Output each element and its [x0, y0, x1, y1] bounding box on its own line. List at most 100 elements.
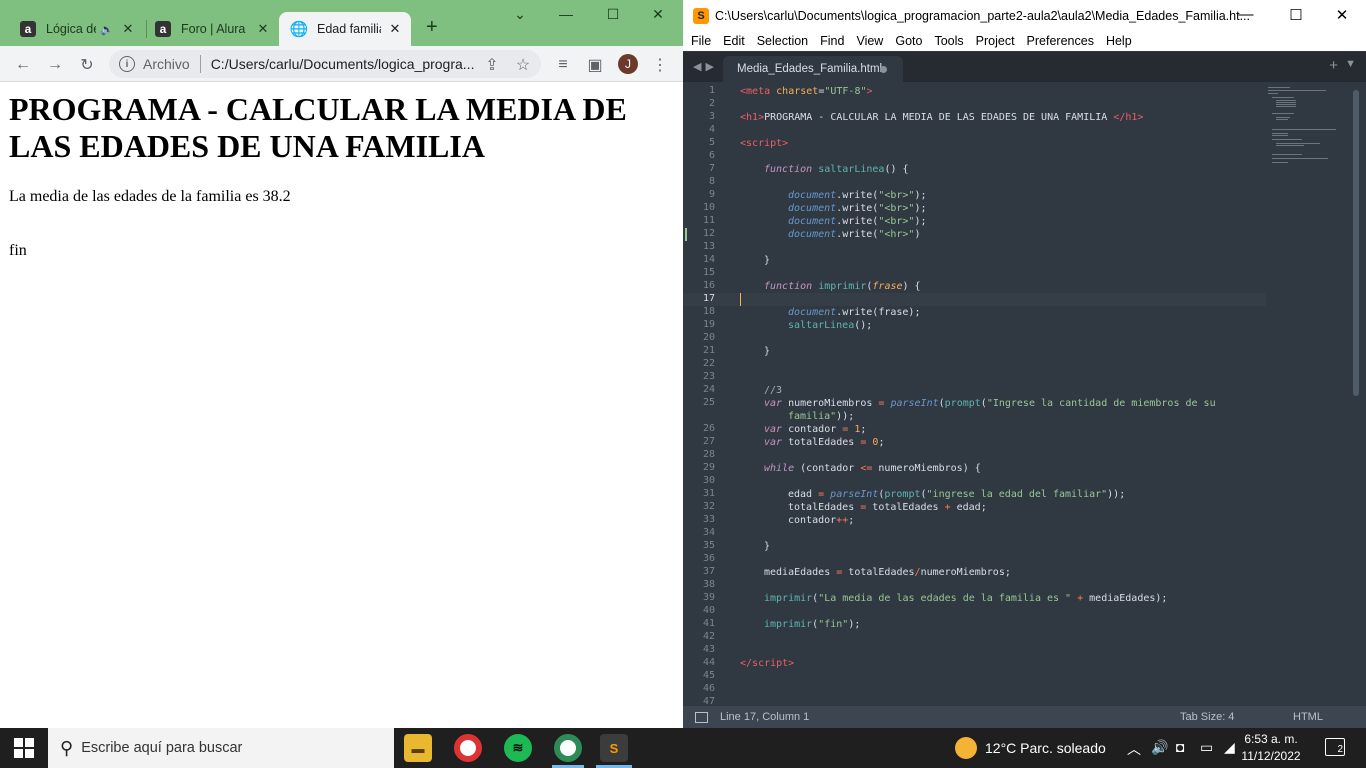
minimize-icon[interactable]: — — [1231, 6, 1261, 23]
new-tab-icon[interactable]: + — [1329, 57, 1338, 74]
file-explorer-icon[interactable]: ▬ — [404, 734, 432, 762]
close-tab-icon[interactable]: ✕ — [120, 21, 136, 37]
identifier: totalEdades — [782, 437, 861, 448]
menu-find[interactable]: Find — [820, 34, 844, 48]
editor-scrollbar[interactable] — [1353, 90, 1359, 396]
string: "<br>" — [878, 216, 915, 227]
string: "ingrese la edad del familiar" — [926, 489, 1108, 500]
status-bar: Line 17, Column 1 Tab Size: 4 HTML — [683, 706, 1366, 728]
weather-sun-icon — [955, 737, 977, 759]
profile-avatar[interactable]: J — [618, 54, 638, 74]
menu-project[interactable]: Project — [976, 34, 1015, 48]
sublime-titlebar: S C:\Users\carlu\Documents\logica_progra… — [683, 0, 1366, 31]
reload-icon[interactable]: ↻ — [76, 54, 98, 76]
globe-icon: 🌐 — [289, 21, 309, 38]
windows-start-icon[interactable] — [14, 738, 34, 758]
keyword: function — [764, 164, 813, 175]
menu-tools[interactable]: Tools — [934, 34, 963, 48]
menu-help[interactable]: Help — [1106, 34, 1132, 48]
wifi-icon[interactable]: ◢ — [1224, 739, 1235, 756]
tab-dropdown-icon[interactable]: ▼ — [1345, 58, 1356, 70]
line-number: 20 — [702, 332, 715, 343]
builtin: parseInt — [830, 489, 879, 500]
punct: )); — [836, 411, 855, 422]
info-icon[interactable]: i — [119, 56, 135, 72]
identifier: totalEdades — [842, 567, 915, 578]
address-bar[interactable]: i Archivo C:/Users/carlu/Documents/logic… — [109, 50, 541, 78]
forward-icon[interactable]: → — [44, 54, 66, 76]
media-control-icon[interactable]: ≡ — [552, 54, 574, 76]
speaker-icon[interactable]: 🔈 — [100, 23, 114, 36]
minimize-icon[interactable]: — — [551, 6, 581, 22]
punct: () { — [884, 164, 909, 175]
editor-tab[interactable]: Media_Edades_Familia.html — [723, 56, 903, 82]
builtin: parseInt — [890, 398, 939, 409]
bookmark-star-icon[interactable]: ☆ — [512, 54, 534, 76]
battery-icon[interactable]: ▭ — [1200, 739, 1213, 756]
minimap-line — [1272, 133, 1288, 134]
line-number: 2 — [708, 98, 715, 109]
method: .write( — [836, 190, 879, 201]
chrome-profile-icon[interactable] — [554, 734, 582, 762]
cursor-position[interactable]: Line 17, Column 1 — [720, 711, 809, 723]
code-line: } — [764, 540, 770, 553]
tag-bracket: </ — [1113, 112, 1126, 123]
close-window-icon[interactable]: ✕ — [643, 6, 673, 23]
unsaved-dot-icon[interactable] — [880, 65, 887, 73]
code-line: document.write(frase); — [788, 306, 920, 319]
maximize-icon[interactable]: ☐ — [598, 6, 628, 23]
sublime-text-icon[interactable]: S — [600, 734, 628, 762]
method: .write(frase); — [836, 307, 921, 318]
builtin: document — [788, 307, 837, 318]
syntax-mode[interactable]: HTML — [1293, 711, 1323, 723]
tab-title: Lógica de — [46, 22, 97, 36]
new-tab-icon[interactable]: + — [426, 16, 438, 39]
minimap-line — [1268, 90, 1326, 91]
back-icon[interactable]: ← — [12, 54, 34, 76]
tab-logica[interactable]: a Lógica de 🔈 ✕ — [8, 12, 144, 46]
volume-icon[interactable]: 🔊 — [1151, 739, 1168, 756]
menu-view[interactable]: View — [856, 34, 883, 48]
menu-preferences[interactable]: Preferences — [1027, 34, 1094, 48]
keyword: var — [764, 424, 783, 435]
function-call: prompt — [944, 398, 981, 409]
function-call: imprimir — [764, 593, 813, 604]
maximize-icon[interactable]: ☐ — [1281, 6, 1311, 24]
line-number: 34 — [702, 527, 715, 538]
attr-name: charset — [776, 86, 819, 97]
tab-size[interactable]: Tab Size: 4 — [1180, 711, 1234, 723]
camera-icon[interactable]: ◘ — [1176, 739, 1184, 755]
tag-bracket: > — [788, 658, 795, 669]
clock[interactable]: 6:53 a. m. 11/12/2022 — [1236, 731, 1306, 765]
menu-selection[interactable]: Selection — [757, 34, 808, 48]
close-tab-icon[interactable]: ✕ — [387, 21, 403, 37]
tab-foro[interactable]: a Foro | Alura L ✕ — [143, 12, 279, 46]
chevron-up-icon[interactable]: ︿ — [1127, 739, 1141, 759]
side-panel-icon[interactable]: ▣ — [584, 54, 606, 76]
code-line: while (contador <= numeroMiembros) { — [764, 462, 981, 475]
weather-widget[interactable]: 12°C Parc. soleado — [955, 728, 1106, 768]
line-number: 5 — [708, 137, 715, 148]
chrome-menu-icon[interactable]: ⋮ — [649, 54, 671, 76]
minimap[interactable] — [1266, 84, 1350, 184]
spotify-icon[interactable]: ≋ — [504, 734, 532, 762]
close-window-icon[interactable]: ✕ — [1327, 6, 1357, 24]
menu-goto[interactable]: Goto — [895, 34, 922, 48]
tab-edad-familiar[interactable]: 🌐 Edad familiar ✕ — [279, 12, 411, 46]
operator: ++ — [836, 515, 849, 526]
panel-toggle-icon[interactable] — [695, 711, 708, 723]
builtin: document — [788, 190, 837, 201]
search-box[interactable]: ⚲ Escribe aquí para buscar — [48, 728, 394, 768]
share-icon[interactable]: ⇪ — [481, 54, 503, 76]
code-area[interactable]: <meta charset="UTF-8"> <h1>PROGRAMA - CA… — [740, 84, 1260, 706]
tab-nav-arrows-icon[interactable]: ◀▶ — [693, 60, 718, 73]
menu-file[interactable]: File — [691, 34, 711, 48]
code-line: totalEdades = totalEdades + edad; — [788, 501, 987, 514]
chrome-tab-strip: a Lógica de 🔈 ✕ a Foro | Alura L ✕ 🌐 Eda… — [0, 0, 683, 46]
tab-search-icon[interactable]: ⌄ — [505, 6, 535, 23]
close-tab-icon[interactable]: ✕ — [255, 21, 271, 37]
notifications-icon[interactable]: 2 — [1325, 738, 1345, 756]
code-line: imprimir("fin"); — [764, 618, 860, 631]
chrome-icon[interactable] — [454, 734, 482, 762]
menu-edit[interactable]: Edit — [723, 34, 745, 48]
